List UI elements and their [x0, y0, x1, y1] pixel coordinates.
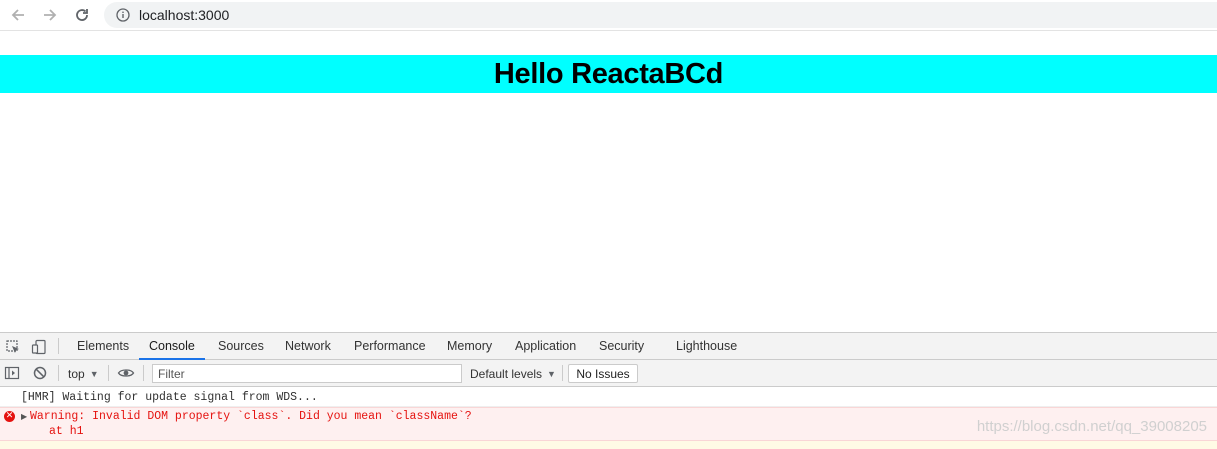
console-message-warning: [0, 441, 1217, 449]
error-stack-text: at h1: [49, 425, 84, 438]
toolbar-separator-4: [562, 365, 563, 381]
log-levels-dropdown[interactable]: Default levels ▼: [470, 364, 556, 383]
arrow-right-icon: [44, 9, 57, 21]
tab-sources[interactable]: Sources: [218, 333, 264, 360]
tab-memory[interactable]: Memory: [447, 333, 492, 360]
log-levels-label: Default levels: [470, 366, 543, 381]
tab-separator: [58, 338, 59, 354]
tab-console[interactable]: Console: [139, 333, 205, 360]
toolbar-separator-3: [143, 365, 144, 381]
console-toolbar: top ▼ Default levels ▼ No Issues: [0, 360, 1217, 387]
error-icon: ✕: [4, 411, 15, 422]
context-label: top: [68, 366, 85, 381]
arrow-left-icon: [11, 9, 24, 21]
info-message-text: [HMR] Waiting for update signal from WDS…: [21, 391, 318, 404]
expand-triangle-icon[interactable]: ▶: [21, 412, 27, 421]
forward-button[interactable]: [39, 5, 61, 25]
chevron-down-icon: ▼: [89, 368, 99, 379]
watermark: https://blog.csdn.net/qq_39008205: [976, 418, 1207, 435]
tab-performance[interactable]: Performance: [354, 333, 426, 360]
toolbar-separator: [58, 365, 59, 381]
tab-application[interactable]: Application: [515, 333, 576, 360]
browser-toolbar: localhost:3000: [0, 0, 1217, 31]
clear-console-icon[interactable]: [31, 364, 49, 382]
sidebar-toggle-icon[interactable]: [3, 364, 21, 382]
toolbar-separator-2: [108, 365, 109, 381]
error-message-text: Warning: Invalid DOM property `class`. D…: [30, 410, 472, 423]
info-icon[interactable]: [113, 5, 133, 25]
url-text[interactable]: localhost:3000: [139, 7, 229, 23]
devtools-tab-bar: Elements Console Sources Network Perform…: [0, 333, 1217, 360]
issues-button[interactable]: No Issues: [568, 364, 638, 383]
eye-icon[interactable]: [117, 364, 135, 382]
inspect-element-icon[interactable]: [4, 338, 22, 356]
page-viewport: Hello ReactaBCd: [0, 32, 1217, 332]
address-bar[interactable]: localhost:3000: [104, 2, 1217, 28]
reload-button[interactable]: [71, 5, 93, 25]
heading-banner: Hello ReactaBCd: [0, 55, 1217, 93]
tab-security[interactable]: Security: [599, 333, 644, 360]
page-heading: Hello ReactaBCd: [493, 57, 724, 90]
tab-lighthouse[interactable]: Lighthouse: [676, 333, 737, 360]
console-filter-input[interactable]: [152, 364, 462, 383]
context-selector[interactable]: top ▼: [68, 364, 99, 383]
tab-elements[interactable]: Elements: [77, 333, 129, 360]
reload-icon: [76, 9, 88, 21]
chevron-down-icon: ▼: [547, 368, 556, 379]
device-toolbar-icon[interactable]: [30, 338, 48, 356]
tab-network[interactable]: Network: [285, 333, 331, 360]
console-message-info: [HMR] Waiting for update signal from WDS…: [0, 388, 1217, 407]
back-button[interactable]: [7, 5, 29, 25]
